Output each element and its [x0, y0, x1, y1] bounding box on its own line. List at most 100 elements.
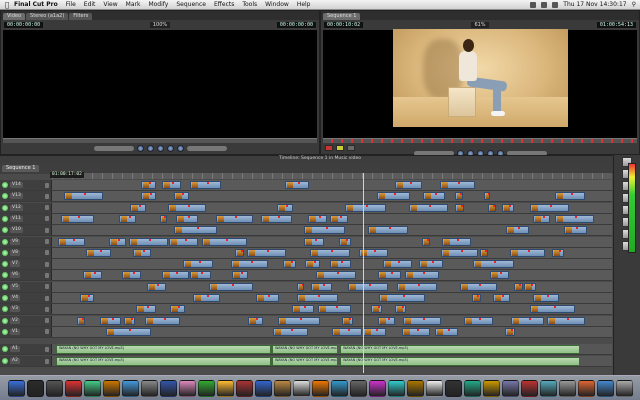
- video-track-v10[interactable]: V10: [0, 225, 612, 237]
- video-clip[interactable]: [260, 214, 293, 223]
- video-clip[interactable]: [530, 203, 569, 212]
- dock-app-icon[interactable]: [539, 379, 557, 397]
- video-clip[interactable]: [141, 192, 157, 201]
- dock-app-icon[interactable]: [216, 379, 234, 397]
- menu-view[interactable]: View: [103, 1, 117, 8]
- video-track-v14[interactable]: V14: [0, 180, 612, 191]
- menu-file[interactable]: File: [66, 1, 76, 8]
- track-audible-icon[interactable]: [2, 358, 8, 365]
- dock-app-icon[interactable]: [349, 379, 367, 397]
- audio-track-a1[interactable]: A1 WAYAN (NO WHY GOT MY LOVE.mp3) WAYAN (N…: [0, 344, 612, 356]
- video-clip[interactable]: [489, 271, 509, 280]
- video-clip[interactable]: [546, 316, 585, 325]
- video-clip[interactable]: [170, 305, 185, 314]
- video-clip[interactable]: [174, 226, 218, 235]
- video-clip[interactable]: [331, 327, 363, 336]
- video-clip[interactable]: [533, 214, 551, 223]
- track-lock-icon[interactable]: [45, 346, 49, 352]
- video-clip[interactable]: [378, 271, 402, 280]
- video-clip[interactable]: [342, 316, 354, 325]
- video-track-v5[interactable]: V5: [0, 281, 612, 293]
- video-clip[interactable]: [159, 214, 167, 223]
- video-clip[interactable]: [441, 237, 471, 246]
- timeline-current-timecode[interactable]: 01:00:17:02: [50, 172, 84, 178]
- track-visibility-icon[interactable]: [2, 261, 8, 268]
- track-audible-icon[interactable]: [2, 346, 8, 353]
- viewer-zoom-select[interactable]: 100%: [149, 21, 171, 28]
- video-clip[interactable]: [441, 248, 479, 257]
- tab-filters[interactable]: Filters: [69, 13, 93, 20]
- dock-app-icon[interactable]: [596, 379, 614, 397]
- video-clip[interactable]: [479, 248, 489, 257]
- video-clip[interactable]: [176, 214, 199, 223]
- video-clip[interactable]: [395, 305, 407, 314]
- video-clip[interactable]: [192, 294, 221, 302]
- audio-clip[interactable]: WAYAN (NO WHY GOT MY LOVE.mp3): [272, 345, 338, 355]
- video-clip[interactable]: [256, 294, 279, 302]
- video-clip[interactable]: [371, 305, 383, 314]
- video-clip[interactable]: [513, 282, 523, 291]
- video-clip[interactable]: [133, 248, 151, 257]
- video-clip[interactable]: [422, 192, 445, 201]
- video-clip[interactable]: [161, 181, 181, 189]
- video-clip[interactable]: [511, 316, 545, 325]
- dock-app-icon[interactable]: [254, 379, 272, 397]
- video-clip[interactable]: [208, 282, 254, 291]
- menu-help[interactable]: Help: [297, 1, 311, 8]
- video-clip[interactable]: [530, 305, 575, 314]
- video-clip[interactable]: [563, 226, 587, 235]
- audio-clip[interactable]: WAYAN (NO WHY GOT MY LOVE.mp3): [56, 345, 271, 355]
- video-clip[interactable]: [296, 294, 339, 302]
- video-clip[interactable]: [146, 282, 166, 291]
- video-clip[interactable]: [129, 203, 146, 212]
- video-clip[interactable]: [339, 237, 352, 246]
- video-clip[interactable]: [86, 248, 112, 257]
- video-clip[interactable]: [119, 214, 136, 223]
- audio-clip[interactable]: WAYAN (NO WHY GOT MY LOVE.mp3): [340, 357, 580, 367]
- timeline-ruler[interactable]: [52, 173, 612, 179]
- video-clip[interactable]: [63, 192, 103, 201]
- viewer-jog-slider[interactable]: [186, 145, 227, 151]
- video-clip[interactable]: [168, 237, 199, 246]
- track-visibility-icon[interactable]: [2, 328, 8, 335]
- dock-app-icon[interactable]: [311, 379, 329, 397]
- video-clip[interactable]: [402, 327, 430, 336]
- track-visibility-icon[interactable]: [2, 193, 8, 200]
- video-clip[interactable]: [57, 237, 86, 246]
- video-clip[interactable]: [215, 214, 254, 223]
- video-clip[interactable]: [397, 282, 437, 291]
- dock-app-icon[interactable]: [520, 379, 538, 397]
- video-clip[interactable]: [292, 305, 315, 314]
- video-clip[interactable]: [505, 226, 529, 235]
- canvas-duration-timecode[interactable]: 00:00:10:02: [324, 21, 364, 28]
- video-clip[interactable]: [135, 305, 156, 314]
- dock-app-icon[interactable]: [7, 379, 25, 397]
- track-lock-icon[interactable]: [45, 295, 49, 301]
- video-clip[interactable]: [307, 214, 328, 223]
- track-lock-icon[interactable]: [45, 358, 49, 364]
- video-clip[interactable]: [403, 316, 441, 325]
- video-clip[interactable]: [484, 192, 491, 201]
- track-lock-icon[interactable]: [45, 227, 49, 233]
- viewer-play-button[interactable]: [156, 144, 164, 152]
- video-track-v13[interactable]: V13: [0, 191, 612, 203]
- track-lock-icon[interactable]: [45, 205, 49, 211]
- video-clip[interactable]: [231, 260, 269, 269]
- dock-app-icon[interactable]: [64, 379, 82, 397]
- track-lock-icon[interactable]: [45, 239, 49, 244]
- track-visibility-icon[interactable]: [2, 272, 8, 279]
- dock-app-icon[interactable]: [26, 379, 44, 397]
- dock-app-icon[interactable]: [444, 379, 462, 397]
- dock-app-icon[interactable]: [197, 379, 215, 397]
- track-visibility-icon[interactable]: [2, 227, 8, 234]
- audio-clip[interactable]: WAYAN (NO WHY GOT MY LOVE.mp3): [272, 357, 338, 367]
- video-track-v6[interactable]: V6: [0, 270, 612, 282]
- video-clip[interactable]: [122, 271, 141, 280]
- video-track-v3[interactable]: V3: [0, 304, 612, 316]
- video-clip[interactable]: [509, 248, 545, 257]
- video-track-v7[interactable]: V7: [0, 259, 612, 271]
- dock-app-icon[interactable]: [83, 379, 101, 397]
- video-clip[interactable]: [80, 294, 94, 302]
- dock-app-icon[interactable]: [235, 379, 253, 397]
- video-clip[interactable]: [378, 316, 396, 325]
